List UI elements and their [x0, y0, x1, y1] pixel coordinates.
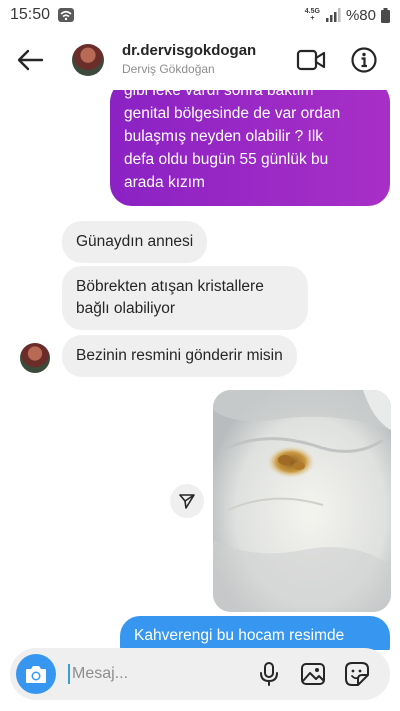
network-indicator: 4.5G +	[304, 8, 320, 22]
sender-avatar[interactable]	[20, 343, 50, 373]
gallery-icon[interactable]	[300, 661, 326, 687]
message-line: arada kızım	[124, 174, 205, 191]
battery-icon	[381, 7, 390, 23]
wifi-icon	[58, 8, 75, 22]
received-message-bubble[interactable]: Günaydın annesi	[62, 221, 208, 263]
sent-photo[interactable]	[213, 390, 391, 612]
chat-header: dr.dervisgokdogan Derviş Gökdoğan	[0, 30, 400, 90]
username: dr.dervisgokdogan	[122, 42, 257, 59]
text-caret	[68, 664, 70, 684]
received-message-bubble[interactable]: Bezinin resmini gönderir misin	[62, 335, 297, 377]
send-arrow-icon	[179, 494, 195, 509]
display-name: Derviş Gökdoğan	[122, 62, 215, 76]
signal-icon	[325, 8, 341, 22]
camera-button[interactable]	[16, 654, 56, 694]
share-button[interactable]	[170, 484, 204, 518]
sent-message-bubble[interactable]: Kahverengi bu hocam resimde	[120, 616, 390, 650]
received-message-bubble[interactable]: Böbrekten atışan kristallere bağlı olabi…	[62, 266, 308, 330]
message-line: gibi leke vardı sonra baktım	[124, 90, 314, 99]
status-bar: 15:50 4.5G + %80	[0, 0, 400, 30]
message-input[interactable]	[72, 662, 242, 686]
diaper-photo-image	[213, 390, 391, 612]
info-icon[interactable]	[350, 46, 378, 74]
clock: 15:50	[10, 6, 51, 23]
message-line: genital bölgesinde de var ordan	[124, 105, 341, 122]
video-call-icon[interactable]	[296, 48, 326, 72]
sent-message-bubble[interactable]: gibi leke vardı sonra baktım genital böl…	[110, 90, 390, 206]
avatar[interactable]	[72, 44, 104, 76]
microphone-icon[interactable]	[256, 661, 282, 687]
message-line: defa oldu bugün 55 günlük bu	[124, 151, 329, 168]
message-line: bulaşmış neyden olabilir ? Ilk	[124, 128, 324, 145]
dm-screen: 15:50 4.5G + %80 dr.dervisgokdogan Dervi…	[0, 0, 400, 711]
profile-titles[interactable]: dr.dervisgokdogan Derviş Gökdoğan	[122, 42, 256, 76]
message-composer	[10, 648, 390, 700]
camera-icon	[26, 666, 46, 683]
sticker-icon[interactable]	[344, 661, 370, 687]
back-arrow-icon[interactable]	[16, 48, 44, 72]
battery-percent: %80	[345, 6, 376, 24]
message-list[interactable]: gibi leke vardı sonra baktım genital böl…	[0, 90, 400, 650]
